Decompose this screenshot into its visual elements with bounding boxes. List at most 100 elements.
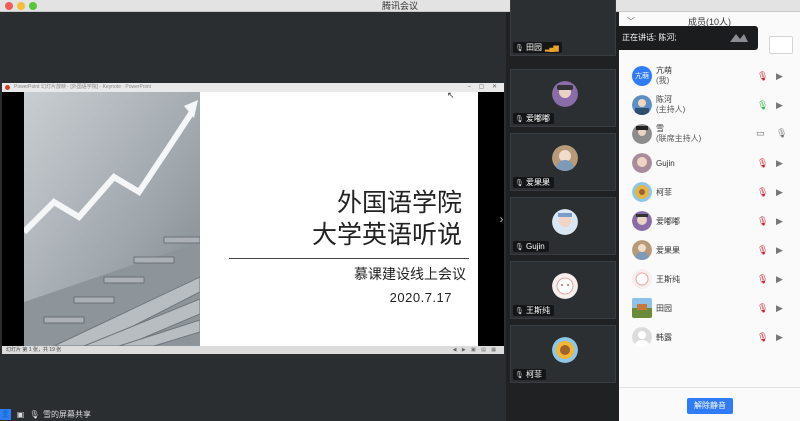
- shared-screen: PowerPoint 幻灯片放映 - [外国语学院] - Keynote · P…: [2, 83, 504, 354]
- muted-mic-icon: 🎙: [515, 244, 524, 251]
- video-tile[interactable]: 🎙 爱嘟嘟: [510, 69, 616, 127]
- tile-name: 爱果果: [526, 178, 550, 187]
- tile-name-tag: 🎙 爱嘟嘟: [513, 113, 554, 124]
- camera-off-icon[interactable]: ▶: [776, 303, 788, 313]
- active-mic-icon[interactable]: 🎙: [757, 99, 768, 111]
- muted-mic-icon[interactable]: 🎙: [757, 70, 768, 82]
- muted-mic-icon: 🎙: [515, 308, 524, 315]
- member-role: (联席主持人): [656, 134, 702, 143]
- member-role: (主持人): [656, 105, 686, 114]
- ppt-view-controls[interactable]: ◀ ▶ ▣ ▤ ▦: [453, 346, 498, 354]
- screen-share-label: 雪的屏幕共享: [43, 410, 91, 419]
- camera-off-icon[interactable]: ▶: [776, 100, 788, 110]
- members-panel: ﹀ 成员(10人) 亢萌 亢萌 (我) 🎙 ▶ 陈河 (主持人) 🎙 ▶ 雪 (…: [619, 12, 800, 421]
- tile-name-tag: 🎙 柯菲: [513, 369, 546, 380]
- member-row[interactable]: 韩露 🎙 ▶: [619, 323, 800, 351]
- avatar: [632, 124, 652, 144]
- member-row[interactable]: 亢萌 亢萌 (我) 🎙 ▶: [619, 62, 800, 90]
- muted-mic-icon[interactable]: 🎙: [757, 273, 768, 285]
- avatar: [552, 81, 578, 107]
- tencent-meeting-logo-icon: [730, 34, 748, 42]
- tile-name: 爱嘟嘟: [526, 114, 550, 123]
- tile-name-tag: 🎙 爱果果: [513, 177, 554, 188]
- avatar: [552, 273, 578, 299]
- muted-mic-icon[interactable]: 🎙: [757, 157, 768, 169]
- muted-mic-icon: 🎙: [515, 180, 524, 187]
- member-row[interactable]: 柯菲 🎙 ▶: [619, 178, 800, 206]
- avatar: [552, 145, 578, 171]
- ppt-window-title: PowerPoint 幻灯片放映 - [外国语学院] - Keynote · P…: [14, 84, 151, 90]
- muted-mic-icon[interactable]: 🎙: [757, 302, 768, 314]
- video-tile-column: 🎙 田园 ▂▄▆ 🎙 爱嘟嘟 🎙 爱果果 🎙 Gujin 🎙 王斯纯 🎙 柯菲: [506, 0, 619, 421]
- video-tile[interactable]: 🎙 爱果果: [510, 133, 616, 191]
- member-row[interactable]: Gujin 🎙 ▶: [619, 149, 800, 177]
- camera-off-icon[interactable]: ▶: [776, 332, 788, 342]
- member-row[interactable]: 雪 (联席主持人) ▭ 🎙: [619, 120, 800, 148]
- microphone-icon[interactable]: 🎙: [776, 128, 787, 139]
- slide-staircase-photo: [24, 92, 200, 346]
- slide-divider: [229, 258, 469, 259]
- avatar: [632, 327, 652, 347]
- muted-mic-icon[interactable]: 🎙: [757, 244, 768, 256]
- tile-name-tag: 🎙 王斯纯: [513, 305, 554, 316]
- member-row[interactable]: 陈河 (主持人) 🎙 ▶: [619, 91, 800, 119]
- camera-off-icon[interactable]: ▶: [776, 158, 788, 168]
- muted-mic-icon[interactable]: 🎙: [757, 186, 768, 198]
- avatar: [632, 95, 652, 115]
- camera-off-icon[interactable]: ▶: [776, 245, 788, 255]
- microphone-icon[interactable]: 🎙: [29, 409, 40, 420]
- avatar: [552, 209, 578, 235]
- tile-name-tag: 🎙 Gujin: [513, 241, 549, 252]
- avatar: [632, 211, 652, 231]
- collapse-video-column-button[interactable]: ›: [497, 209, 506, 229]
- slide-title: 外国语学院 大学英语听说: [232, 187, 462, 251]
- member-name: Gujin: [656, 159, 675, 168]
- tile-name: 柯菲: [526, 370, 542, 379]
- member-name: 韩露: [656, 333, 672, 342]
- avatar: [632, 269, 652, 289]
- tile-name: 田园: [526, 43, 542, 52]
- ppt-status-bar: 幻灯片 第 1 张，共 19 张 ◀ ▶ ▣ ▤ ▦: [2, 346, 504, 354]
- screen-icon[interactable]: ▣: [15, 409, 26, 420]
- member-role: (我): [656, 76, 670, 85]
- member-search-input[interactable]: [769, 36, 793, 54]
- tile-name: Gujin: [526, 242, 545, 251]
- muted-mic-icon[interactable]: 🎙: [757, 215, 768, 227]
- window-title: 腾讯会议: [381, 1, 418, 11]
- camera-off-icon[interactable]: ▶: [776, 71, 788, 81]
- person-icon[interactable]: 👤: [0, 409, 11, 420]
- video-tile[interactable]: 🎙 田园 ▂▄▆: [510, 0, 616, 56]
- camera-off-icon[interactable]: ▶: [776, 216, 788, 226]
- video-tile[interactable]: 🎙 王斯纯: [510, 261, 616, 319]
- speaking-label: 正在讲话: 陈河;: [622, 33, 677, 42]
- member-name: 柯菲: [656, 188, 672, 197]
- speaking-indicator: 正在讲话: 陈河;: [616, 26, 758, 50]
- muted-mic-icon[interactable]: 🎙: [757, 331, 768, 343]
- member-row[interactable]: 田园 🎙 ▶: [619, 294, 800, 322]
- avatar: [632, 153, 652, 173]
- video-tile[interactable]: 🎙 Gujin: [510, 197, 616, 255]
- screen-share-icon[interactable]: ▭: [756, 128, 765, 139]
- avatar: [552, 337, 578, 363]
- muted-mic-icon: 🎙: [515, 372, 524, 379]
- member-name: 王斯纯: [656, 275, 680, 284]
- screen-share-bar: 👤 ▣ 🎙 雪的屏幕共享: [0, 408, 110, 421]
- member-row[interactable]: 爱果果 🎙 ▶: [619, 236, 800, 264]
- unmute-all-button[interactable]: 解除静音: [687, 398, 733, 414]
- signal-icon: ▂▄▆: [545, 45, 559, 52]
- avatar: [632, 182, 652, 202]
- camera-off-icon[interactable]: ▶: [776, 187, 788, 197]
- slide: 外国语学院 大学英语听说 慕课建设线上会议 2020.7.17: [24, 92, 478, 346]
- camera-off-icon[interactable]: ▶: [776, 274, 788, 284]
- muted-mic-icon: 🎙: [515, 45, 524, 52]
- member-row[interactable]: 爱嘟嘟 🎙 ▶: [619, 207, 800, 235]
- avatar: [632, 298, 652, 318]
- members-panel-footer: 解除静音: [619, 387, 800, 421]
- member-row[interactable]: 王斯纯 🎙 ▶: [619, 265, 800, 293]
- ppt-window-bar: PowerPoint 幻灯片放映 - [外国语学院] - Keynote · P…: [2, 83, 504, 92]
- member-name: 爱果果: [656, 246, 680, 255]
- video-tile[interactable]: 🎙 柯菲: [510, 325, 616, 383]
- window-titlebar: 腾讯会议: [0, 0, 800, 12]
- ppt-window-controls: – ▢ ✕: [467, 84, 500, 90]
- muted-mic-icon: 🎙: [515, 116, 524, 123]
